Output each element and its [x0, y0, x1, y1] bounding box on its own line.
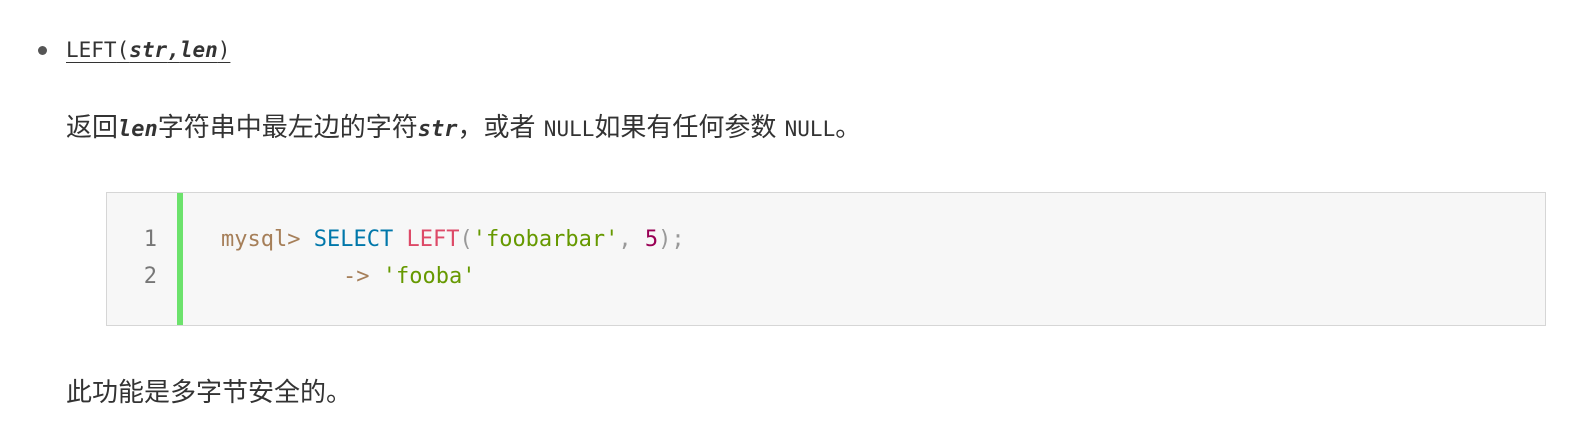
code-line-2: -> 'fooba'	[343, 258, 475, 295]
open-paren: (	[116, 38, 130, 62]
param-len: len	[179, 38, 218, 62]
desc-null-1: NULL	[543, 117, 595, 141]
desc-param-str: str	[417, 117, 458, 142]
bullet-icon	[38, 45, 47, 55]
line-number: 2	[143, 264, 157, 289]
function-description: 返回len字符串中最左边的字符str，或者 NULL如果有任何参数 NULL。	[66, 108, 861, 150]
code-keyword: SELECT	[313, 227, 394, 252]
code-example-block: 1 2 mysql> SELECT LEFT('foobarbar', 5); …	[106, 192, 1546, 326]
desc-null-2: NULL	[784, 117, 836, 141]
code-number: 5	[644, 227, 659, 252]
desc-text-2: 字符串中最左边的字符	[157, 113, 418, 143]
line-number: 1	[143, 227, 157, 252]
function-list-item: LEFT(str,len)	[38, 30, 230, 70]
code-punct: );	[658, 227, 685, 252]
code-punct: ,	[618, 227, 632, 252]
multibyte-note: 此功能是多字节安全的。	[66, 378, 353, 408]
code-result-string: 'fooba'	[382, 264, 476, 289]
func-name: LEFT	[66, 38, 117, 62]
close-paren: )	[217, 38, 231, 62]
function-signature-link[interactable]: LEFT(str,len)	[66, 38, 230, 62]
line-number-gutter: 1 2	[107, 193, 183, 325]
code-line-1: mysql> SELECT LEFT('foobarbar', 5);	[221, 221, 685, 258]
desc-text-4: 如果有任何参数	[594, 113, 785, 143]
code-prompt: mysql>	[221, 227, 301, 252]
param-comma: ,	[167, 38, 180, 62]
desc-text-5: 。	[835, 113, 862, 143]
code-punct: (	[459, 227, 473, 252]
code-string: 'foobarbar'	[472, 227, 619, 252]
code-arrow: ->	[343, 264, 370, 289]
desc-text-3: ，或者	[457, 113, 544, 143]
param-str: str	[129, 38, 168, 62]
desc-param-len: len	[118, 117, 158, 142]
desc-text-1: 返回	[66, 113, 119, 143]
code-function: LEFT	[406, 227, 460, 252]
